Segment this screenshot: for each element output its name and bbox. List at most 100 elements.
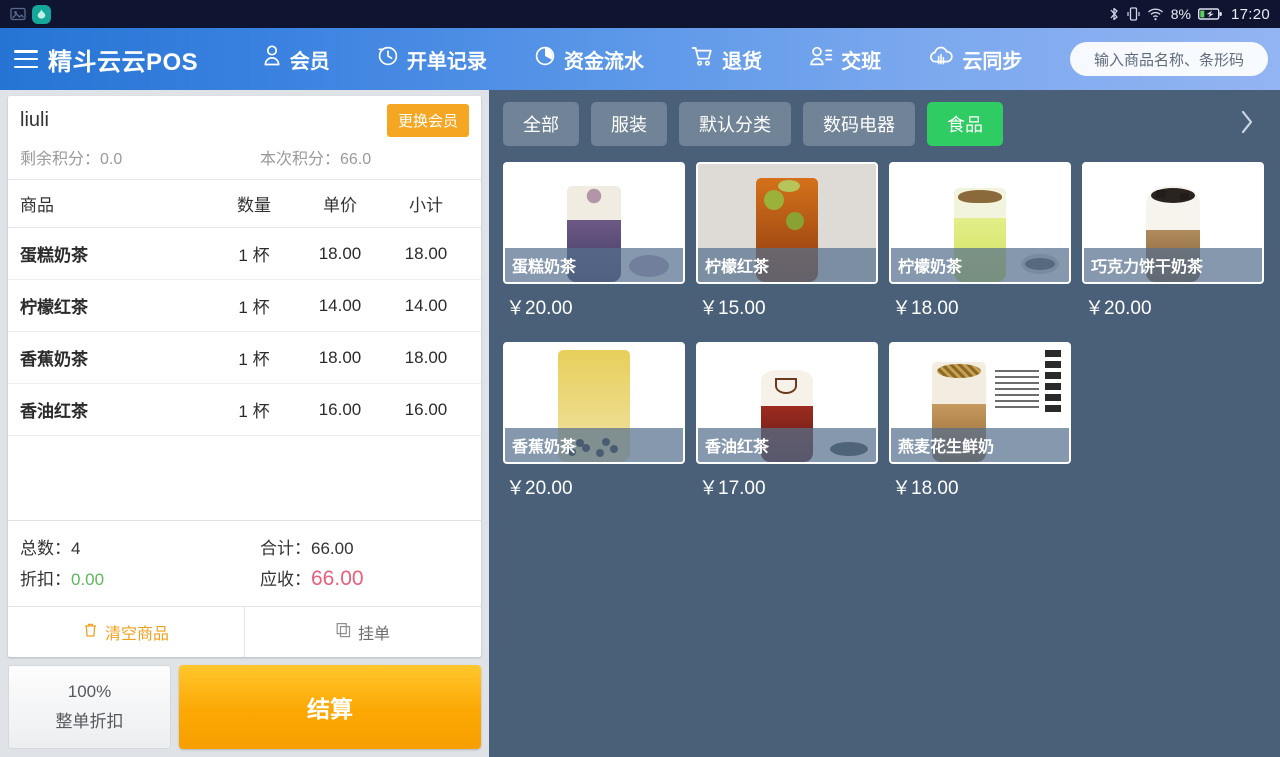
product-card[interactable]: 巧克力饼干奶茶 ￥20.00 (1082, 162, 1264, 342)
nav-item-cashflow[interactable]: 资金流水 (534, 45, 644, 74)
total-discount-label: 折扣： (20, 570, 71, 589)
search-input[interactable]: 输入商品名称、条形码 (1070, 42, 1268, 76)
points-remaining-value: 0.0 (100, 151, 123, 168)
cart-row-price: 16.00 (318, 399, 362, 419)
total-count-value: 4 (71, 539, 81, 558)
menu-icon[interactable] (14, 50, 38, 68)
product-card[interactable]: 柠檬奶茶 ￥18.00 (889, 162, 1071, 342)
vibrate-icon (1127, 6, 1140, 22)
header-nav: 会员 开单记录 资金流水 退货 交班 云同步 (198, 44, 1056, 74)
cart-row-qty: 1 杯 (238, 246, 270, 265)
cart-row[interactable]: 蛋糕奶茶 1 杯 18.00 18.00 (8, 228, 481, 280)
nav-label-shift: 交班 (841, 50, 882, 73)
nav-item-member[interactable]: 会员 (262, 44, 330, 74)
change-member-button[interactable]: 更换会员 (386, 104, 469, 137)
category-tab[interactable]: 服装 (591, 102, 667, 146)
product-card[interactable]: 蛋糕奶茶 ￥20.00 (503, 162, 685, 342)
cart-row[interactable]: 柠檬红茶 1 杯 14.00 14.00 (8, 280, 481, 332)
chevron-right-icon (1238, 107, 1256, 142)
points-earned-label: 本次积分： (260, 151, 341, 168)
cart-row-name: 香油红茶 (20, 402, 88, 421)
product-image: 燕麦花生鲜奶 (889, 342, 1071, 464)
category-tab[interactable]: 食品 (927, 102, 1003, 146)
return-cart-icon (691, 45, 714, 73)
nav-item-cloud-sync[interactable]: 云同步 (928, 45, 1022, 74)
product-name: 蛋糕奶茶 (505, 248, 683, 282)
product-name: 香蕉奶茶 (505, 428, 683, 462)
product-price: ￥18.00 (892, 478, 959, 499)
total-due: 应收：66.00 (260, 565, 364, 591)
product-price: ￥20.00 (506, 478, 573, 499)
cart-table-header: 商品 数量 单价 小计 (8, 180, 481, 228)
product-price: ￥18.00 (892, 298, 959, 319)
app-header: 精斗云云POS 会员 开单记录 资金流水 退货 交班 云同步 输入商品名称、条形… (0, 28, 1280, 90)
cart-row-qty: 1 杯 (238, 350, 270, 369)
cart-row-qty: 1 杯 (238, 298, 270, 317)
product-card[interactable]: 柠檬红茶 ￥15.00 (696, 162, 878, 342)
whole-order-discount-button[interactable]: 100% 整单折扣 (8, 665, 171, 749)
product-price: ￥15.00 (699, 298, 766, 319)
product-price: ￥17.00 (699, 478, 766, 499)
column-header-qty: 数量 (237, 196, 271, 215)
total-due-label: 应收： (260, 570, 311, 589)
nav-label-member: 会员 (289, 50, 330, 73)
cart-card: liuli 更换会员 剩余积分：0.0 本次积分：66.0 商品 数量 单价 小… (8, 96, 481, 657)
cart-row-name: 柠檬红茶 (20, 298, 88, 317)
discount-percent: 100% (67, 682, 112, 701)
category-bar: 全部 服装 默认分类 数码电器 食品 (489, 90, 1280, 156)
category-tab[interactable]: 默认分类 (679, 102, 791, 146)
settle-button[interactable]: 结算 (179, 665, 481, 749)
shift-handover-icon (809, 45, 833, 73)
cloud-sync-icon (928, 45, 954, 73)
total-count: 总数：4 (20, 534, 260, 559)
cart-row-subtotal: 14.00 (404, 295, 448, 315)
cart-row-price: 14.00 (318, 295, 362, 315)
bluetooth-icon (1108, 6, 1120, 22)
cart-row-price: 18.00 (318, 243, 362, 263)
points-remaining: 剩余积分：0.0 (20, 145, 260, 169)
total-sum: 合计：66.00 (260, 534, 354, 559)
cart-row[interactable]: 香蕉奶茶 1 杯 18.00 18.00 (8, 332, 481, 384)
screenshot-icon (10, 6, 26, 22)
clock-label: 17:20 (1230, 5, 1270, 23)
cart-row-subtotal: 16.00 (404, 399, 448, 419)
status-bar: 8% 17:20 (0, 0, 1280, 28)
product-price: ￥20.00 (506, 298, 573, 319)
member-icon (262, 44, 282, 74)
points-earned-value: 66.0 (340, 151, 372, 168)
nav-item-return[interactable]: 退货 (691, 45, 762, 74)
cashflow-icon (534, 45, 556, 73)
nav-item-shift[interactable]: 交班 (809, 45, 881, 74)
product-card[interactable]: 香油红茶 ￥17.00 (696, 342, 878, 522)
app-title: 精斗云云POS (48, 48, 199, 76)
product-card[interactable]: 燕麦花生鲜奶 ￥18.00 (889, 342, 1071, 522)
cart-row-name: 蛋糕奶茶 (20, 246, 88, 265)
category-tab[interactable]: 全部 (503, 102, 579, 146)
total-count-label: 总数： (20, 539, 71, 558)
wifi-icon (1147, 6, 1164, 22)
clear-cart-button[interactable]: 清空商品 (8, 607, 244, 657)
battery-percent-label: 8% (1170, 6, 1191, 22)
hold-order-button[interactable]: 挂单 (244, 607, 481, 657)
next-categories-button[interactable] (1238, 107, 1270, 142)
nav-label-order-history: 开单记录 (406, 50, 487, 73)
total-discount: 折扣：0.00 (20, 565, 260, 591)
total-sum-label: 合计： (260, 539, 311, 558)
cart-row[interactable]: 香油红茶 1 杯 16.00 16.00 (8, 384, 481, 436)
trash-icon (83, 622, 98, 643)
product-image: 香蕉奶茶 (503, 342, 685, 464)
product-name: 巧克力饼干奶茶 (1084, 248, 1262, 282)
column-header-price: 单价 (323, 196, 357, 215)
member-name: liuli (20, 109, 49, 131)
product-image: 柠檬红茶 (696, 162, 878, 284)
nav-item-order-history[interactable]: 开单记录 (377, 45, 487, 74)
hold-order-label: 挂单 (357, 626, 390, 643)
column-header-name: 商品 (20, 196, 54, 215)
category-tab[interactable]: 数码电器 (803, 102, 915, 146)
cart-rows: 蛋糕奶茶 1 杯 18.00 18.00 柠檬红茶 1 杯 14.00 14.00 香蕉奶茶 1 … (8, 228, 481, 520)
app-icon (32, 4, 51, 24)
status-bar-left-icons (10, 4, 51, 24)
cart-actions: 清空商品 挂单 (8, 606, 481, 657)
product-card[interactable]: 香蕉奶茶 ￥20.00 (503, 342, 685, 522)
cart-row-name: 香蕉奶茶 (20, 350, 88, 369)
